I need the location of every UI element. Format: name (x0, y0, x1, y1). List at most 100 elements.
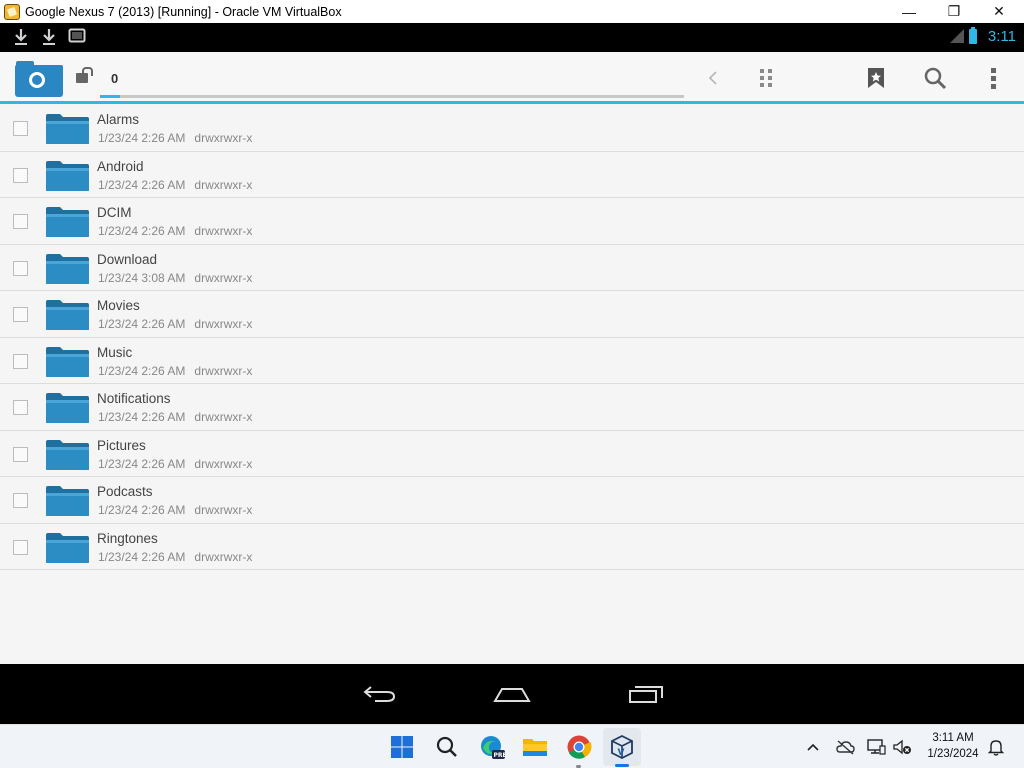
file-meta: 1/23/24 2:26 AM drwxrwxr-x (98, 178, 252, 192)
nav-home-icon (493, 688, 531, 702)
row-checkbox[interactable] (13, 493, 28, 508)
file-list[interactable]: Alarms 1/23/24 2:26 AM drwxrwxr-x Android 1/… (0, 105, 1024, 664)
file-date: 1/23/24 2:26 AM (98, 317, 186, 331)
android-navigation-bar (0, 664, 1024, 724)
row-checkbox[interactable] (13, 400, 28, 415)
app-logo-icon[interactable] (15, 61, 63, 97)
file-row[interactable]: Download 1/23/24 3:08 AM drwxrwxr-x (0, 245, 1024, 291)
file-row[interactable]: Podcasts 1/23/24 2:26 AM drwxrwxr-x (0, 477, 1024, 524)
file-name: Music (97, 344, 133, 360)
file-name: Podcasts (97, 484, 153, 499)
file-meta: 1/23/24 2:26 AM drwxrwxr-x (98, 317, 252, 331)
file-permissions: drwxrwxr-x (194, 270, 253, 285)
row-checkbox[interactable] (13, 446, 28, 462)
network-icon (867, 739, 886, 755)
file-row[interactable]: Movies 1/23/24 2:26 AM drwxrwxr-x (0, 291, 1024, 338)
folder-icon (46, 160, 89, 191)
minimize-button[interactable]: — (886, 0, 932, 23)
chrome-button[interactable] (563, 731, 595, 763)
overflow-menu-icon (991, 68, 996, 89)
status-clock: 3:11 (987, 28, 1016, 45)
nav-home-button[interactable] (490, 682, 534, 706)
row-checkbox[interactable] (13, 539, 28, 555)
file-row[interactable]: DCIM 1/23/24 2:26 AM drwxrwxr-x (0, 198, 1024, 245)
file-name: Movies (97, 298, 140, 313)
back-button[interactable] (699, 64, 727, 92)
nav-back-button[interactable] (357, 682, 401, 706)
search-icon (924, 67, 947, 90)
file-explorer-button[interactable] (519, 731, 551, 763)
action-bar: 0 (0, 52, 1024, 104)
overflow-menu-button[interactable] (980, 64, 1008, 92)
download-icon (15, 29, 27, 45)
back-icon (708, 71, 717, 85)
breadcrumb-path[interactable]: 0 (111, 71, 118, 86)
row-checkbox[interactable] (13, 260, 28, 276)
file-meta: 1/23/24 2:26 AM drwxrwxr-x (98, 224, 252, 238)
signal-icon (950, 29, 964, 43)
file-date: 1/23/24 2:26 AM (98, 363, 186, 378)
row-checkbox[interactable] (13, 214, 28, 229)
svg-text:V: V (618, 748, 625, 758)
network-button[interactable] (866, 737, 886, 757)
close-icon: ✕ (993, 3, 1005, 19)
action-bar-accent-line (0, 101, 1024, 104)
file-permissions: drwxrwxr-x (194, 177, 253, 192)
battery-icon (969, 27, 977, 44)
file-meta: 1/23/24 2:26 AM drwxrwxr-x (98, 410, 252, 424)
breadcrumb-scroll-track (100, 95, 684, 98)
file-row[interactable]: Pictures 1/23/24 2:26 AM drwxrwxr-x (0, 431, 1024, 477)
maximize-button[interactable]: ❐ (931, 0, 977, 23)
nav-back-icon (363, 686, 396, 702)
clock-time: 3:11 AM (932, 732, 974, 744)
show-hidden-icons-button[interactable] (803, 737, 823, 757)
bell-icon (988, 740, 1004, 756)
onedrive-button[interactable] (835, 737, 855, 757)
folder-icon (46, 486, 89, 516)
close-button[interactable]: ✕ (976, 0, 1022, 23)
search-button[interactable] (921, 64, 949, 92)
file-date: 1/23/24 2:26 AM (98, 456, 186, 471)
window-titlebar: Google Nexus 7 (2013) [Running] - Oracle… (0, 0, 1024, 23)
row-checkbox[interactable] (13, 167, 28, 183)
file-date: 1/23/24 2:26 AM (98, 410, 186, 424)
folder-icon (46, 439, 89, 470)
volume-button[interactable] (892, 737, 912, 757)
file-row[interactable]: Alarms 1/23/24 2:26 AM drwxrwxr-x (0, 105, 1024, 152)
file-permissions: drwxrwxr-x (194, 456, 253, 471)
restore-icon: ❐ (947, 3, 961, 19)
bookmark-icon (868, 68, 884, 88)
taskbar-search-button[interactable] (431, 731, 463, 763)
file-date: 1/23/24 2:26 AM (98, 503, 186, 517)
minimize-icon: — (902, 3, 916, 20)
file-permissions: drwxrwxr-x (194, 549, 253, 564)
folder-icon (46, 300, 89, 330)
android-status-bar[interactable]: 3:11 (0, 23, 1024, 52)
breadcrumb-scroll-thumb[interactable] (100, 95, 120, 98)
virtualbox-icon: V (611, 734, 633, 760)
virtualbox-taskbar-button[interactable]: V (606, 731, 638, 763)
unlock-icon[interactable] (76, 67, 93, 83)
bookmark-button[interactable] (862, 64, 890, 92)
file-row[interactable]: Ringtones 1/23/24 2:26 AM drwxrwxr-x (0, 524, 1024, 570)
file-row[interactable]: Music 1/23/24 2:26 AM drwxrwxr-x (0, 338, 1024, 384)
file-permissions: drwxrwxr-x (194, 410, 253, 424)
start-button[interactable] (386, 731, 418, 763)
file-meta: 1/23/24 2:26 AM drwxrwxr-x (98, 457, 252, 471)
file-row[interactable]: Notifications 1/23/24 2:26 AM drwxrwxr-x (0, 384, 1024, 431)
edge-beta-button[interactable]: PRE (476, 731, 508, 763)
file-row[interactable]: Android 1/23/24 2:26 AM drwxrwxr-x (0, 152, 1024, 198)
search-icon (436, 736, 457, 757)
chevron-up-icon (807, 743, 819, 751)
row-checkbox[interactable] (13, 307, 28, 322)
grid-view-button[interactable] (752, 64, 780, 92)
nav-recents-button[interactable] (624, 682, 668, 706)
row-checkbox[interactable] (13, 353, 28, 369)
row-checkbox[interactable] (13, 121, 28, 136)
notifications-button[interactable] (986, 737, 1006, 757)
taskbar-clock[interactable]: 3:11 AM 1/23/2024 (918, 730, 988, 762)
file-permissions: drwxrwxr-x (194, 131, 253, 145)
file-meta: 1/23/24 2:26 AM drwxrwxr-x (98, 550, 252, 564)
virtualbox-active-indicator (615, 764, 629, 767)
file-date: 1/23/24 2:26 AM (98, 131, 186, 145)
